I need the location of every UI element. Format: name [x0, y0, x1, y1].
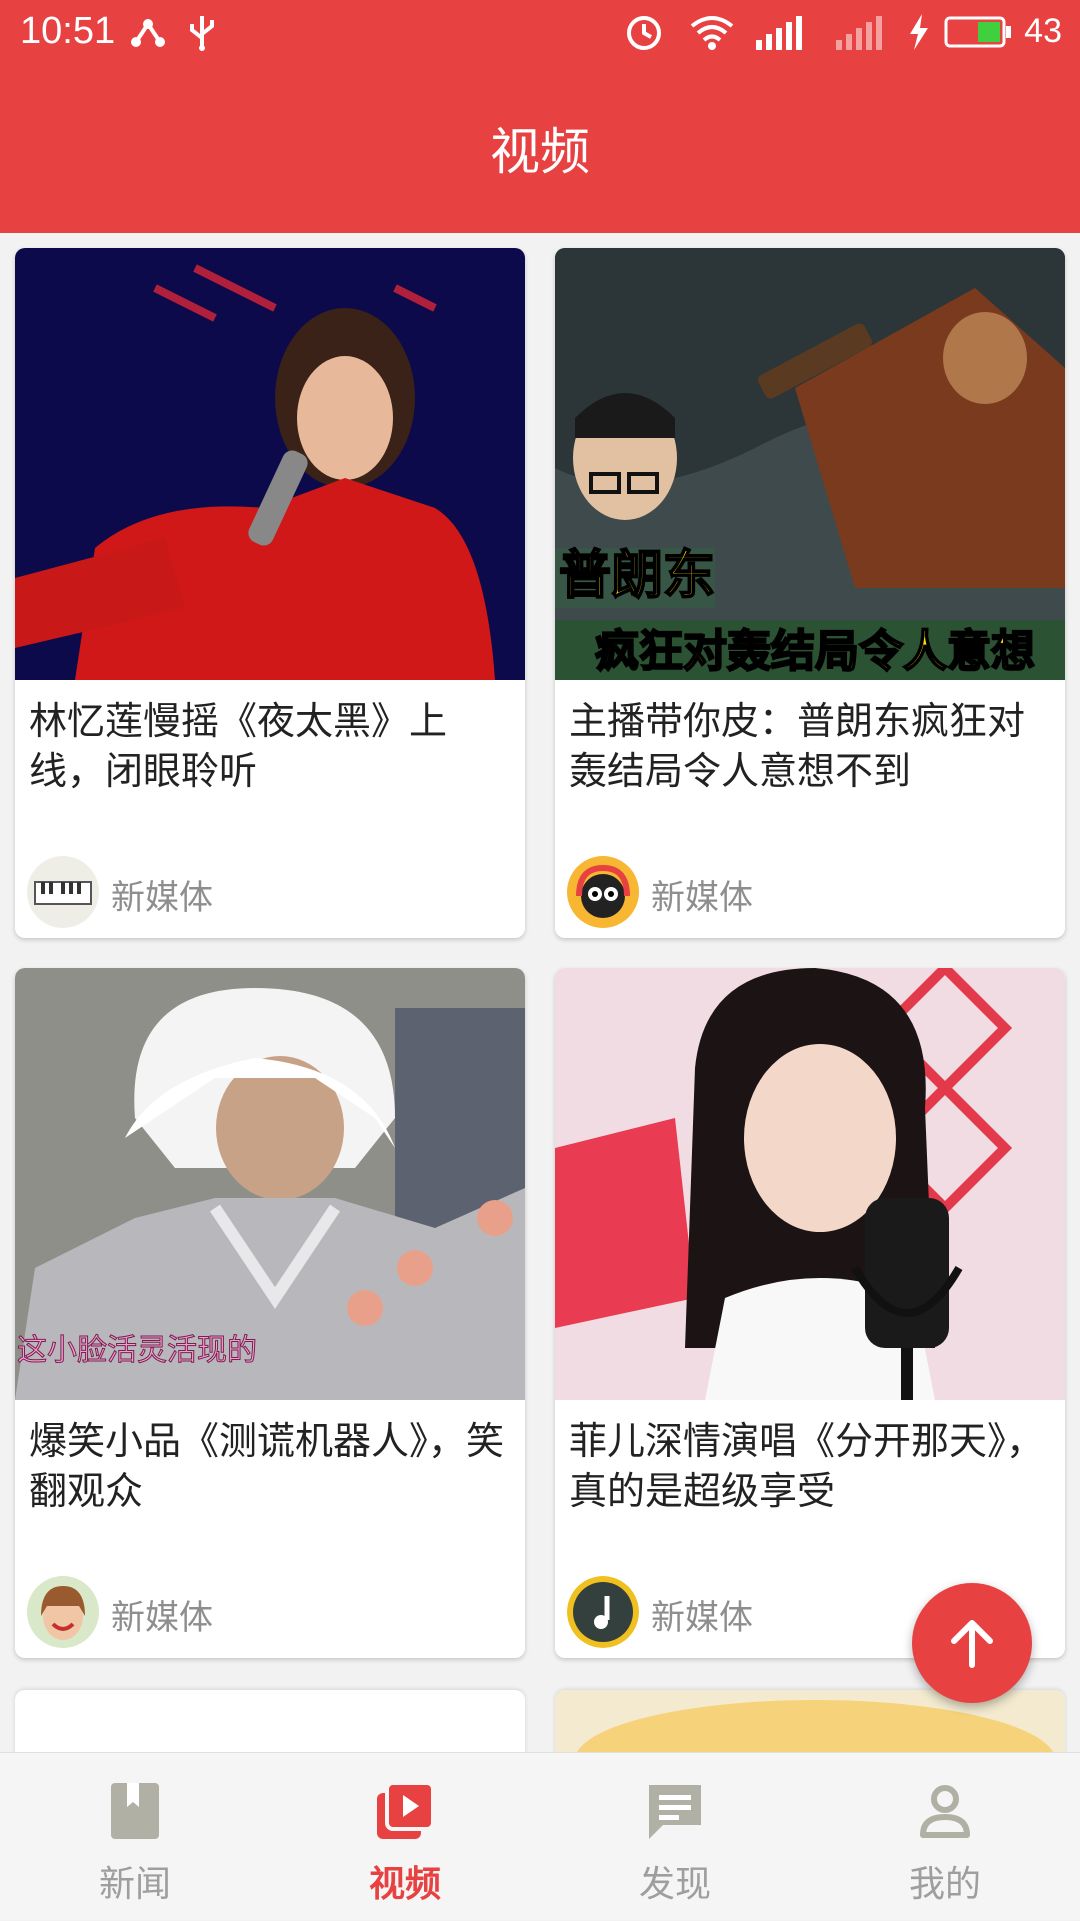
piano-avatar [27, 856, 99, 928]
video-source: 新媒体 [111, 1598, 213, 1638]
video-thumbnail[interactable] [555, 968, 1065, 1400]
bottom-navigation: 新闻 视频 发现 我的 [0, 1752, 1080, 1920]
thumbnail-caption: 这小脸活灵活现的 [17, 1333, 257, 1368]
arrow-up-icon [951, 1620, 993, 1668]
video-thumbnail[interactable]: 这小脸活灵活现的 [15, 968, 525, 1400]
music-note-avatar [567, 1576, 639, 1648]
tab-video-label: 视频 [368, 1864, 441, 1905]
thumbnail-caption: 普朗东 [559, 546, 715, 606]
battery-percent: 43 [1024, 12, 1062, 50]
charging-icon [906, 12, 932, 52]
video-title[interactable]: 林忆莲慢摇《夜太黑》上线，闭眼聆听 [29, 696, 511, 796]
smiling-woman-avatar [27, 1576, 99, 1648]
video-thumbnail[interactable] [15, 248, 525, 680]
battery-icon [944, 12, 1012, 52]
tab-discover[interactable]: 发现 [540, 1753, 810, 1921]
video-card[interactable]: 这小脸活灵活现的 爆笑小品《测谎机器人》，笑翻观众 新媒体 [15, 968, 525, 1658]
video-source: 新媒体 [651, 878, 753, 918]
book-icon [103, 1779, 167, 1843]
person-icon [913, 1779, 977, 1843]
tab-mine-label: 我的 [908, 1864, 981, 1905]
video-source: 新媒体 [651, 1598, 753, 1638]
video-title[interactable]: 爆笑小品《测谎机器人》，笑翻观众 [29, 1416, 511, 1516]
tab-discover-label: 发现 [638, 1864, 711, 1905]
video-title[interactable]: 主播带你皮：普朗东疯狂对轰结局令人意想不到 [569, 696, 1051, 796]
share-network-icon [128, 12, 168, 52]
video-thumbnail[interactable]: 普朗东 疯狂对轰结局令人意想 [555, 248, 1065, 680]
page-title: 视频 [490, 123, 590, 181]
status-bar: 10:51 43 [0, 0, 1080, 66]
app-header: 10:51 43 视频 [0, 0, 1080, 233]
video-source: 新媒体 [111, 878, 213, 918]
video-card[interactable]: 林忆莲慢摇《夜太黑》上线，闭眼聆听 新媒体 [15, 248, 525, 938]
video-title[interactable]: 菲儿深情演唱《分开那天》，真的是超级享受 [569, 1416, 1051, 1516]
video-card[interactable]: 菲儿深情演唱《分开那天》，真的是超级享受 新媒体 [555, 968, 1065, 1658]
video-card[interactable]: 普朗东 疯狂对轰结局令人意想 主播带你皮：普朗东疯狂对轰结局令人意想不到 新媒体 [555, 248, 1065, 938]
wifi-icon [688, 12, 736, 52]
scroll-to-top-button[interactable] [912, 1583, 1032, 1703]
tab-news[interactable]: 新闻 [0, 1753, 270, 1921]
tab-mine[interactable]: 我的 [810, 1753, 1080, 1921]
status-time: 10:51 [20, 10, 116, 52]
alarm-icon [624, 12, 664, 52]
video-icon [373, 1779, 437, 1843]
tab-video[interactable]: 视频 [270, 1753, 540, 1921]
thumbnail-caption: 疯狂对轰结局令人意想 [595, 626, 1035, 677]
signal-empty-icon [832, 12, 890, 52]
signal-4g-icon [752, 12, 810, 52]
chat-icon [643, 1779, 707, 1843]
tab-news-label: 新闻 [98, 1864, 171, 1905]
cat-headphones-avatar [567, 856, 639, 928]
usb-icon [182, 12, 222, 52]
